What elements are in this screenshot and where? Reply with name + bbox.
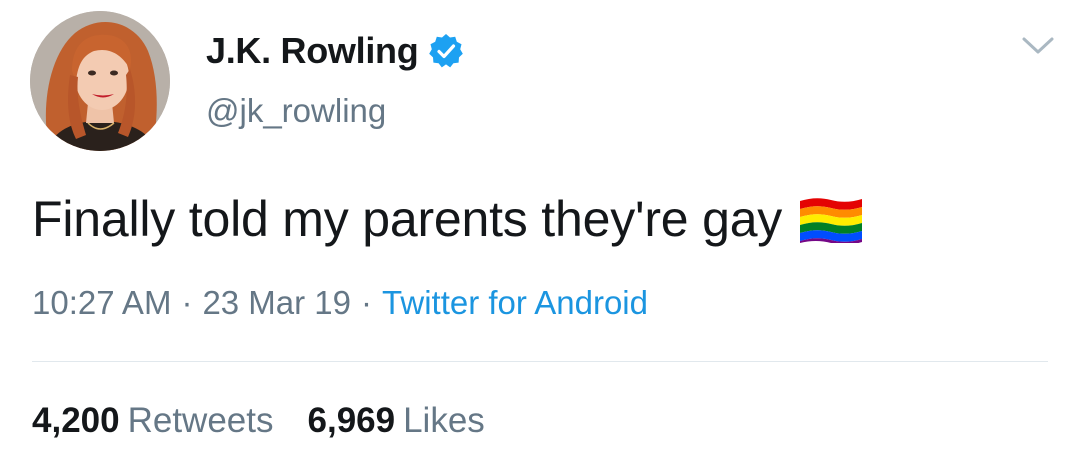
display-name[interactable]: J.K. Rowling [206, 30, 419, 72]
tweet-stats: 4,200 Retweets 6,969 Likes [32, 401, 519, 441]
tweet-metadata: 10:27 AM · 23 Mar 19 · Twitter for Android [32, 284, 648, 322]
tweet-source-link[interactable]: Twitter for Android [382, 284, 648, 321]
chevron-down-icon[interactable] [1020, 35, 1056, 57]
retweets-count: 4,200 [32, 401, 120, 440]
profile-photo-icon [30, 11, 170, 151]
tweet-text-content: Finally told my parents they're gay [32, 191, 783, 247]
verified-badge-icon [428, 33, 464, 69]
divider [32, 361, 1048, 362]
tweet-text: Finally told my parents they're gay [32, 190, 864, 248]
tweet-card: J.K. Rowling @jk_rowling Finally told my… [0, 0, 1080, 463]
separator-dot: · [361, 284, 373, 321]
likes-count: 6,969 [307, 401, 396, 440]
avatar[interactable] [30, 11, 170, 151]
separator-dot: · [181, 284, 193, 321]
rainbow-flag-emoji-icon [798, 195, 864, 245]
retweets-stat[interactable]: 4,200 Retweets [32, 401, 274, 441]
likes-label: Likes [403, 401, 485, 440]
display-name-row: J.K. Rowling [206, 26, 464, 76]
tweet-date[interactable]: 23 Mar 19 [202, 284, 351, 321]
likes-stat[interactable]: 6,969 Likes [308, 401, 485, 441]
user-handle[interactable]: @jk_rowling [206, 92, 386, 130]
tweet-time[interactable]: 10:27 AM [32, 284, 171, 321]
retweets-label: Retweets [127, 401, 274, 440]
